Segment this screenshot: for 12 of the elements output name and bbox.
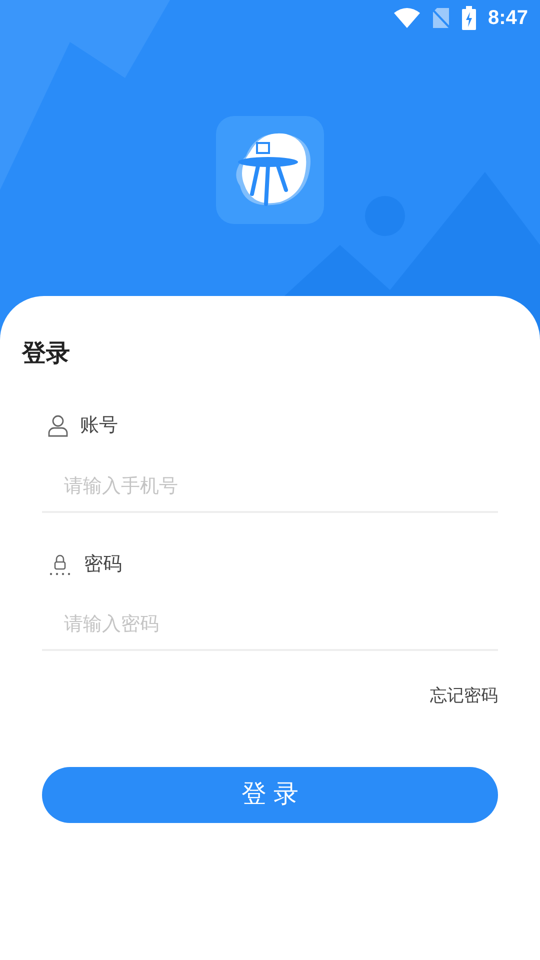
input-field[interactable]: 请输入密码: [42, 601, 498, 651]
battery-charging-icon: [462, 6, 476, 30]
input-field[interactable]: 请输入手机号: [42, 462, 498, 512]
no-sim-icon: [432, 7, 450, 29]
user-icon: [48, 415, 68, 438]
wifi-icon: [394, 8, 420, 28]
forgot-password-link[interactable]: 忘记密码: [430, 683, 498, 708]
field-label: 密码: [84, 552, 122, 576]
lock-icon: [48, 552, 72, 577]
field-label: 账号: [80, 414, 118, 438]
login-title: 登录: [22, 342, 71, 366]
status-time: 8:47: [488, 6, 528, 31]
